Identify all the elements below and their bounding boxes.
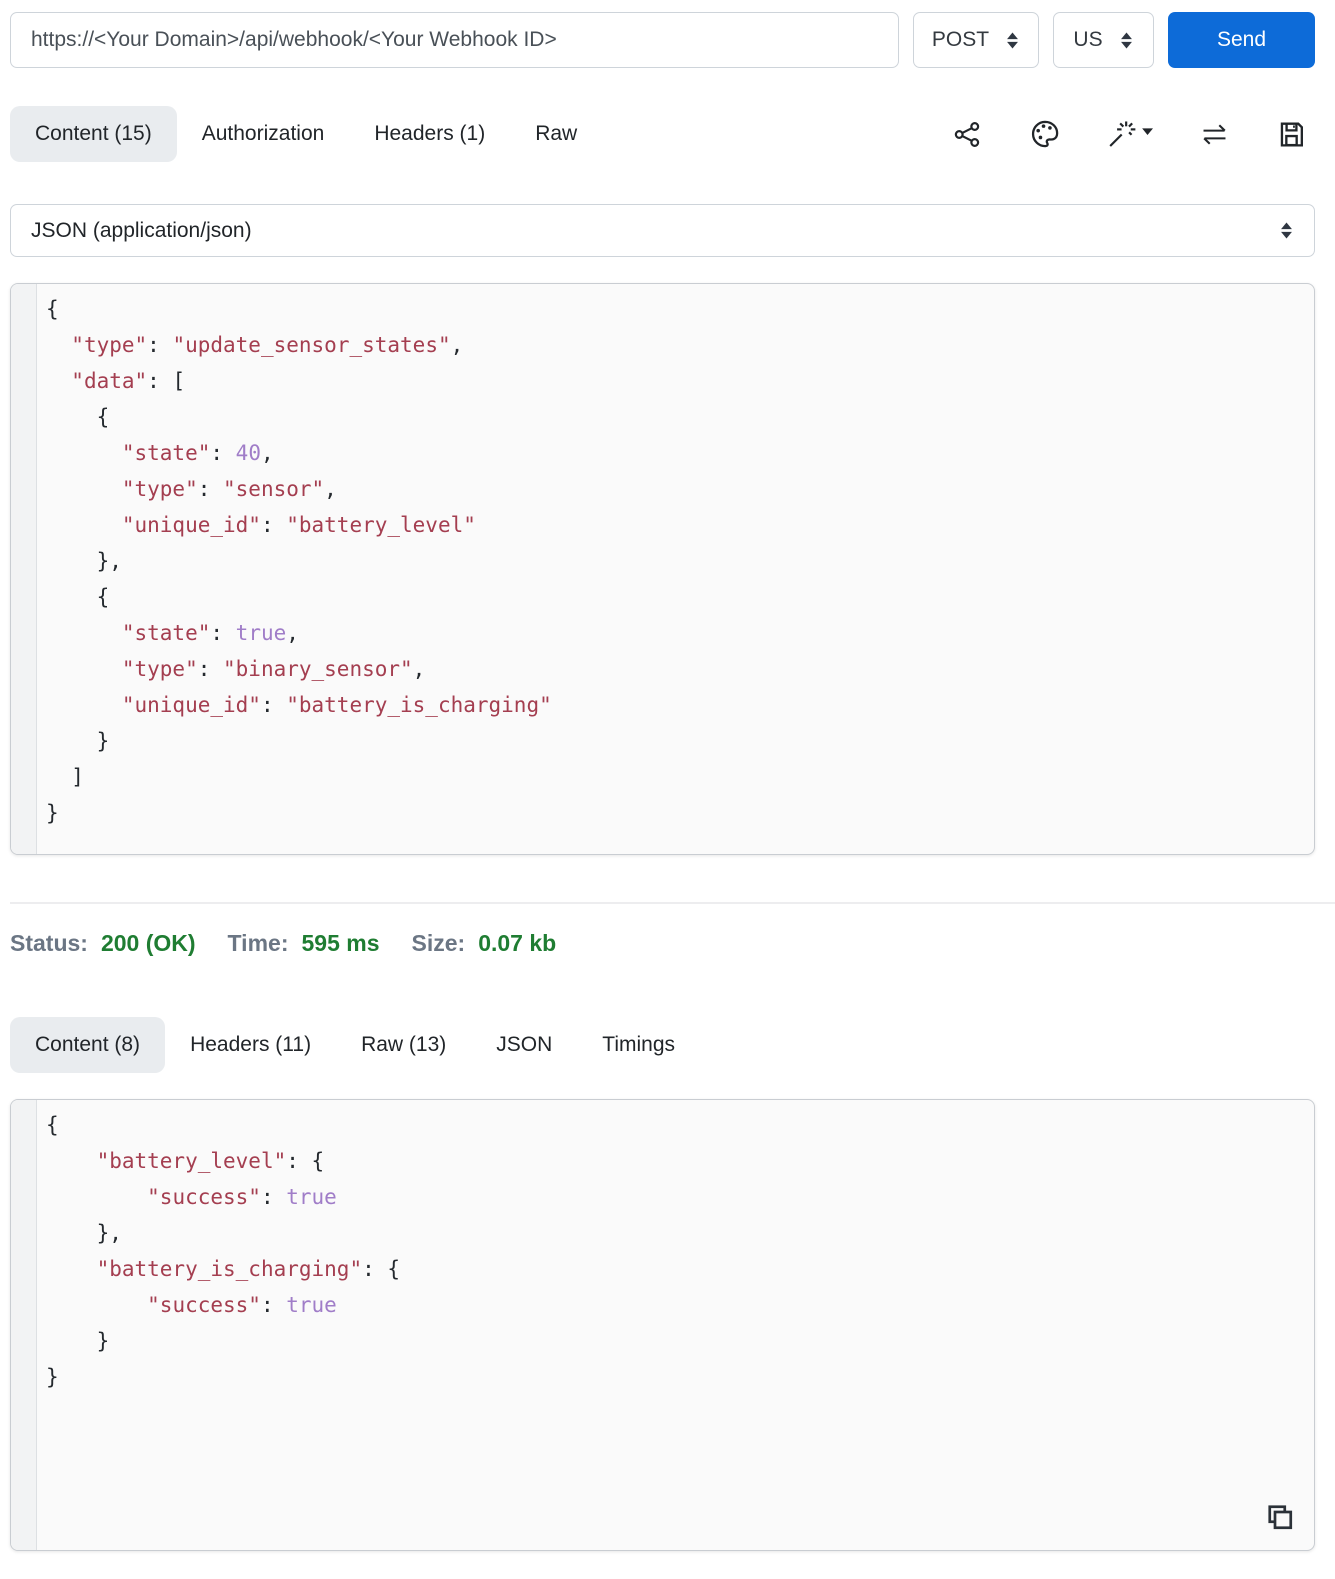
time-value: 595 ms	[301, 930, 380, 956]
url-input[interactable]: https://<Your Domain>/api/webhook/<Your …	[10, 12, 899, 68]
content-type-updown-icon	[1281, 222, 1292, 239]
content-type-value: JSON (application/json)	[31, 218, 252, 242]
size-label: Size:	[411, 930, 466, 956]
save-icon[interactable]	[1276, 119, 1307, 150]
status-value: 200 (OK)	[100, 930, 196, 956]
url-value: https://<Your Domain>/api/webhook/<Your …	[31, 28, 557, 51]
tab-request-authorization[interactable]: Authorization	[177, 106, 350, 162]
response-status-bar: Status: 200 (OK) Time: 595 ms Size: 0.07…	[10, 930, 1325, 957]
method-select[interactable]: POST	[913, 12, 1039, 68]
response-body-code: { "battery_level": { "success": true }, …	[46, 1113, 401, 1389]
request-bar: https://<Your Domain>/api/webhook/<Your …	[10, 12, 1315, 68]
response-body-viewer: { "battery_level": { "success": true }, …	[10, 1099, 1315, 1551]
request-tabs: Content (15) Authorization Headers (1) R…	[10, 106, 1315, 162]
region-value: US	[1073, 28, 1103, 51]
caret-down-icon	[1142, 127, 1153, 135]
tab-response-headers[interactable]: Headers (11)	[165, 1017, 336, 1073]
status-label: Status:	[10, 930, 88, 956]
region-select[interactable]: US	[1053, 12, 1154, 68]
tab-request-headers[interactable]: Headers (1)	[349, 106, 510, 162]
editor-gutter	[11, 284, 37, 854]
method-updown-icon	[1007, 32, 1019, 48]
tab-response-content[interactable]: Content (8)	[10, 1017, 166, 1073]
viewer-gutter	[11, 1100, 37, 1550]
share-icon[interactable]	[952, 119, 983, 150]
time-label: Time:	[227, 930, 289, 956]
time-group: Time: 595 ms	[228, 930, 380, 957]
section-divider	[10, 902, 1335, 904]
tab-request-raw[interactable]: Raw	[510, 106, 602, 162]
tab-response-raw[interactable]: Raw (13)	[336, 1017, 471, 1073]
size-group: Size: 0.07 kb	[412, 930, 557, 957]
send-button[interactable]: Send	[1168, 12, 1315, 68]
magic-wand-icon[interactable]	[1107, 119, 1153, 150]
tab-request-content[interactable]: Content (15)	[10, 106, 177, 162]
method-value: POST	[931, 28, 990, 51]
tab-response-timings[interactable]: Timings	[577, 1017, 700, 1073]
toolbar	[952, 118, 1315, 150]
tab-response-json[interactable]: JSON	[471, 1017, 577, 1073]
response-tabs: Content (8) Headers (11) Raw (13) JSON T…	[10, 1017, 1315, 1073]
request-body-editor[interactable]: { "type": "update_sensor_states", "data"…	[10, 283, 1315, 855]
region-updown-icon	[1120, 32, 1132, 48]
copy-icon[interactable]	[1258, 1498, 1298, 1538]
status-group: Status: 200 (OK)	[10, 930, 196, 957]
request-body-code: { "type": "update_sensor_states", "data"…	[46, 297, 552, 825]
palette-icon[interactable]	[1029, 118, 1061, 150]
api-tester-page: https://<Your Domain>/api/webhook/<Your …	[0, 0, 1335, 1551]
content-type-select[interactable]: JSON (application/json)	[10, 204, 1315, 257]
swap-arrows-icon[interactable]	[1199, 119, 1230, 150]
size-value: 0.07 kb	[478, 930, 557, 956]
